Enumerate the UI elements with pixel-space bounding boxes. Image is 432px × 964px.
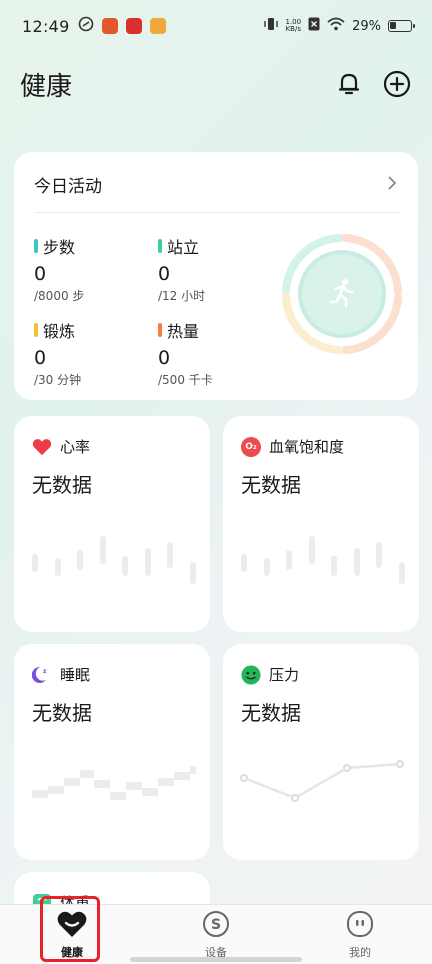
metric-value: 0	[158, 263, 171, 285]
activity-ring[interactable]	[280, 232, 404, 356]
heart-rate-card[interactable]: 心率 无数据	[14, 416, 210, 632]
metric-color-bar	[158, 323, 162, 337]
running-icon	[328, 278, 356, 312]
app-notification-icon	[78, 16, 94, 36]
smiley-icon	[241, 664, 261, 685]
svg-text:z: z	[43, 668, 47, 675]
status-bar: 12:49 1.00 KB/s 29%	[0, 0, 432, 52]
app-notification-icon	[149, 18, 166, 34]
card-header: 心率	[14, 416, 210, 457]
no-data-text: 无数据	[32, 701, 92, 725]
activity-card[interactable]: 今日活动 步数 0 /8000 步 站立 0 /12 小时 锻炼 0 /30 分…	[14, 152, 418, 400]
card-header: 压力	[223, 644, 419, 685]
card-title: 心率	[60, 438, 91, 456]
metric-goal: /12 小时	[158, 289, 206, 303]
no-data-text: 无数据	[241, 473, 301, 497]
no-sim-icon	[308, 17, 320, 35]
activity-card-header: 今日活动	[14, 152, 418, 197]
spo2-placeholder-chart	[241, 536, 405, 584]
selected-tab-highlight	[40, 896, 100, 962]
moon-icon: z	[32, 665, 52, 685]
metric-color-bar	[34, 239, 38, 253]
no-data-text: 无数据	[32, 473, 92, 497]
profile-icon	[346, 910, 374, 941]
card-title: 血氧饱和度	[269, 438, 345, 456]
card-header: z 睡眠	[14, 644, 210, 685]
battery-icon	[388, 20, 415, 32]
nav-profile[interactable]: 我的	[320, 907, 400, 963]
metric-goal: /30 分钟	[34, 373, 82, 387]
metric-color-bar	[34, 323, 38, 337]
card-title: 压力	[269, 666, 300, 684]
metric-goal: /8000 步	[34, 289, 85, 303]
metric-value: 0	[34, 263, 47, 285]
notification-bell-icon[interactable]	[334, 69, 364, 99]
heart-icon	[32, 437, 52, 457]
card-title: 睡眠	[60, 666, 91, 684]
metric-value: 0	[158, 347, 171, 369]
metric-stand: 站立 0 /12 小时	[158, 234, 278, 304]
page-header: 健康	[20, 62, 412, 106]
metric-label: 步数	[43, 238, 76, 257]
nav-devices[interactable]: S 设备	[176, 907, 256, 963]
battery-percent: 29%	[352, 18, 381, 34]
nav-label: 我的	[349, 945, 371, 959]
home-indicator[interactable]	[130, 957, 302, 962]
metric-value: 0	[34, 347, 47, 369]
metric-label: 锻炼	[43, 322, 76, 341]
svg-text:S: S	[211, 917, 221, 933]
device-icon: S	[202, 910, 230, 941]
metric-label: 热量	[167, 322, 200, 341]
divider	[34, 212, 400, 213]
metric-steps: 步数 0 /8000 步	[34, 234, 154, 304]
vibrate-icon	[263, 16, 279, 36]
sleep-placeholder-chart	[32, 766, 196, 800]
card-header: O₂ 血氧饱和度	[223, 416, 419, 457]
status-left: 12:49	[22, 16, 166, 36]
activity-card-title: 今日活动	[34, 177, 102, 197]
status-right: 1.00 KB/s 29%	[263, 16, 415, 36]
status-time: 12:49	[22, 16, 70, 36]
app-notification-icon	[125, 18, 142, 34]
add-icon[interactable]	[382, 69, 412, 99]
metric-goal: /500 千卡	[158, 373, 213, 387]
wifi-icon	[327, 17, 345, 35]
stress-card[interactable]: 压力 无数据	[223, 644, 419, 860]
header-actions	[334, 69, 412, 99]
spo2-card[interactable]: O₂ 血氧饱和度 无数据	[223, 416, 419, 632]
metric-exercise: 锻炼 0 /30 分钟	[34, 318, 154, 388]
heart-rate-placeholder-chart	[32, 536, 196, 584]
metric-color-bar	[158, 239, 162, 253]
metric-calories: 热量 0 /500 千卡	[158, 318, 278, 388]
spo2-icon: O₂	[241, 436, 261, 457]
app-notification-icon	[101, 18, 118, 34]
metric-label: 站立	[167, 238, 200, 257]
page-title: 健康	[20, 71, 73, 102]
network-speed: 1.00 KB/s	[285, 18, 302, 33]
no-data-text: 无数据	[241, 701, 301, 725]
stress-placeholder-chart	[240, 760, 404, 802]
sleep-card[interactable]: z 睡眠 无数据	[14, 644, 210, 860]
chevron-right-icon[interactable]	[386, 175, 398, 195]
